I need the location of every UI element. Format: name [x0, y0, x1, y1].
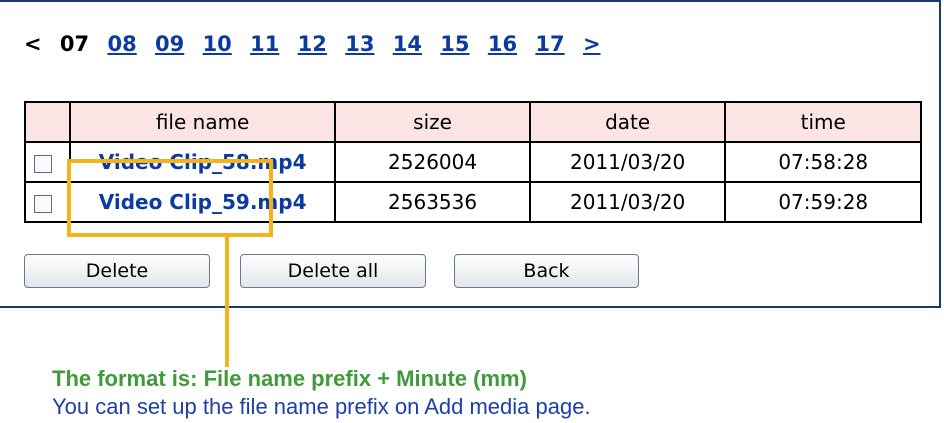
- callout-line: [225, 237, 229, 367]
- format-note: The format is: File name prefix + Minute…: [52, 366, 527, 391]
- date-cell: 2011/03/20: [528, 181, 727, 223]
- size-cell: 2563536: [334, 181, 531, 223]
- header-check-cell: [24, 101, 71, 143]
- header-date: date: [528, 101, 727, 143]
- time-cell: 07:59:28: [724, 181, 922, 223]
- pager-page-14[interactable]: 14: [393, 32, 422, 56]
- pager-page-11[interactable]: 11: [250, 32, 279, 56]
- pager-page-10[interactable]: 10: [203, 32, 232, 56]
- pager-current: 07: [59, 32, 90, 56]
- pager-page-09[interactable]: 09: [155, 32, 184, 56]
- header-time: time: [724, 101, 922, 143]
- size-cell: 2526004: [334, 141, 531, 183]
- header-size: size: [334, 101, 531, 143]
- row-checkbox[interactable]: [34, 194, 52, 213]
- row-checkbox[interactable]: [34, 154, 52, 173]
- pager-page-17[interactable]: 17: [535, 32, 564, 56]
- pager-page-13[interactable]: 13: [345, 32, 374, 56]
- pager-page-16[interactable]: 16: [488, 32, 517, 56]
- pager-prev[interactable]: <: [24, 32, 42, 56]
- pager-page-08[interactable]: 08: [107, 32, 136, 56]
- header-file-name: file name: [68, 101, 337, 143]
- row-check-cell: [24, 141, 71, 183]
- pager-page-12[interactable]: 12: [298, 32, 327, 56]
- file-list-panel: < 07 08 09 10 11 12 13 14 15 16 17 > fil…: [0, 0, 941, 308]
- pager-next[interactable]: >: [583, 32, 601, 56]
- pager: < 07 08 09 10 11 12 13 14 15 16 17 >: [24, 32, 612, 56]
- pager-page-15[interactable]: 15: [440, 32, 469, 56]
- setup-note: You can set up the file name prefix on A…: [52, 394, 591, 419]
- delete-button[interactable]: Delete: [24, 254, 210, 288]
- prefix-highlight-box: [67, 159, 273, 237]
- time-cell: 07:58:28: [724, 141, 922, 183]
- date-cell: 2011/03/20: [528, 141, 727, 183]
- delete-all-button[interactable]: Delete all: [240, 254, 426, 288]
- back-button[interactable]: Back: [454, 254, 639, 288]
- table-header-row: file name size date time: [24, 101, 922, 143]
- row-check-cell: [24, 181, 71, 223]
